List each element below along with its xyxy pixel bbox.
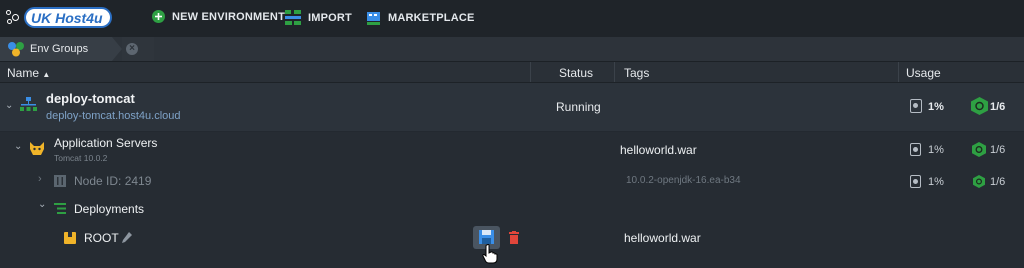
sort-asc-icon: ▲ [42, 70, 51, 79]
deployments-label: Deployments [74, 202, 145, 216]
expand-chevron-icon[interactable]: › [38, 173, 42, 185]
env-groups-icon [8, 42, 24, 57]
deployments-row[interactable]: ⌄ Deployments [0, 197, 1024, 221]
node-cloudlets-usage: 1/6 [990, 176, 1006, 188]
clear-filter-icon[interactable]: × [126, 43, 138, 55]
cloudlets-hex-icon [971, 97, 988, 115]
marketplace-label: MARKETPLACE [388, 11, 475, 24]
collapse-chevron-icon[interactable]: ⌄ [38, 199, 46, 210]
logo-text: UK Host4u [31, 9, 103, 26]
node-version-tag: 10.0.2-openjdk-16.ea-b34 [626, 175, 741, 186]
grid-header: Name ▲ Status Tags Usage [0, 62, 1024, 83]
cloudlets-hex-icon [972, 142, 986, 157]
environment-name[interactable]: deploy-tomcat [46, 91, 135, 106]
root-package-icon [64, 232, 76, 244]
column-usage-header[interactable]: Usage [906, 66, 941, 80]
node-server-icon [54, 175, 66, 187]
app-servers-row[interactable]: ⌄ Application Servers Tomcat 10.0.2 hell… [0, 132, 1024, 169]
breadcrumb-env-groups[interactable]: Env Groups [0, 37, 112, 61]
app-servers-cloudlets-usage: 1/6 [990, 144, 1006, 156]
column-tags-header[interactable]: Tags [624, 66, 649, 80]
app-servers-label: Application Servers [54, 136, 158, 150]
deployments-list-icon [54, 203, 66, 214]
floppy-disk-icon [479, 230, 494, 244]
environment-disk-usage: 1% [928, 101, 944, 113]
disk-usage-icon [910, 143, 921, 156]
plus-circle-icon [152, 10, 165, 23]
app-servers-disk-usage: 1% [928, 144, 944, 156]
root-tag: helloworld.war [624, 231, 701, 245]
environment-row[interactable]: ⌄ deploy-tomcat deploy-tomcat.host4u.clo… [0, 83, 1024, 132]
disk-usage-icon [910, 175, 921, 188]
environment-status: Running [556, 100, 601, 114]
marketplace-cart-icon [367, 12, 380, 25]
breadcrumb: Env Groups × [0, 37, 1024, 62]
cloudlets-hex-icon [973, 175, 985, 188]
environment-cloudlets-usage: 1/6 [990, 101, 1006, 113]
root-context-label[interactable]: ROOT [84, 231, 119, 245]
app-servers-sublabel: Tomcat 10.0.2 [54, 153, 108, 163]
breadcrumb-separator [112, 37, 122, 61]
logo-bubbles-icon [6, 9, 22, 26]
collapse-chevron-icon[interactable]: ⌄ [14, 141, 22, 152]
app-servers-tag: helloworld.war [620, 143, 697, 157]
tomcat-icon [30, 142, 44, 155]
marketplace-button[interactable]: MARKETPLACE [366, 10, 475, 25]
delete-trash-icon[interactable] [509, 231, 519, 244]
import-label: IMPORT [308, 11, 352, 24]
node-id-label[interactable]: Node ID: 2419 [74, 174, 151, 188]
node-row[interactable]: › Node ID: 2419 10.0.2-openjdk-16.ea-b34… [0, 169, 1024, 193]
breadcrumb-label: Env Groups [30, 43, 89, 55]
env-topology-icon [20, 97, 37, 111]
import-icon [285, 10, 301, 25]
disk-usage-icon [910, 99, 922, 113]
new-environment-label: NEW ENVIRONMENT [172, 10, 285, 23]
column-status-header[interactable]: Status [559, 66, 593, 80]
collapse-chevron-icon[interactable]: ⌄ [5, 100, 13, 111]
column-name-header[interactable]: Name ▲ [7, 66, 50, 80]
environment-domain-link[interactable]: deploy-tomcat.host4u.cloud [46, 110, 181, 122]
brand-logo[interactable]: UK Host4u [6, 7, 112, 28]
rename-pencil-icon[interactable] [122, 232, 132, 243]
new-environment-button[interactable]: NEW ENVIRONMENT [152, 10, 285, 23]
import-button[interactable]: IMPORT [285, 10, 352, 25]
top-toolbar: UK Host4u NEW ENVIRONMENT IMPORT MARKETP… [0, 0, 1024, 38]
node-disk-usage: 1% [928, 176, 944, 188]
hand-cursor-icon [482, 244, 498, 264]
